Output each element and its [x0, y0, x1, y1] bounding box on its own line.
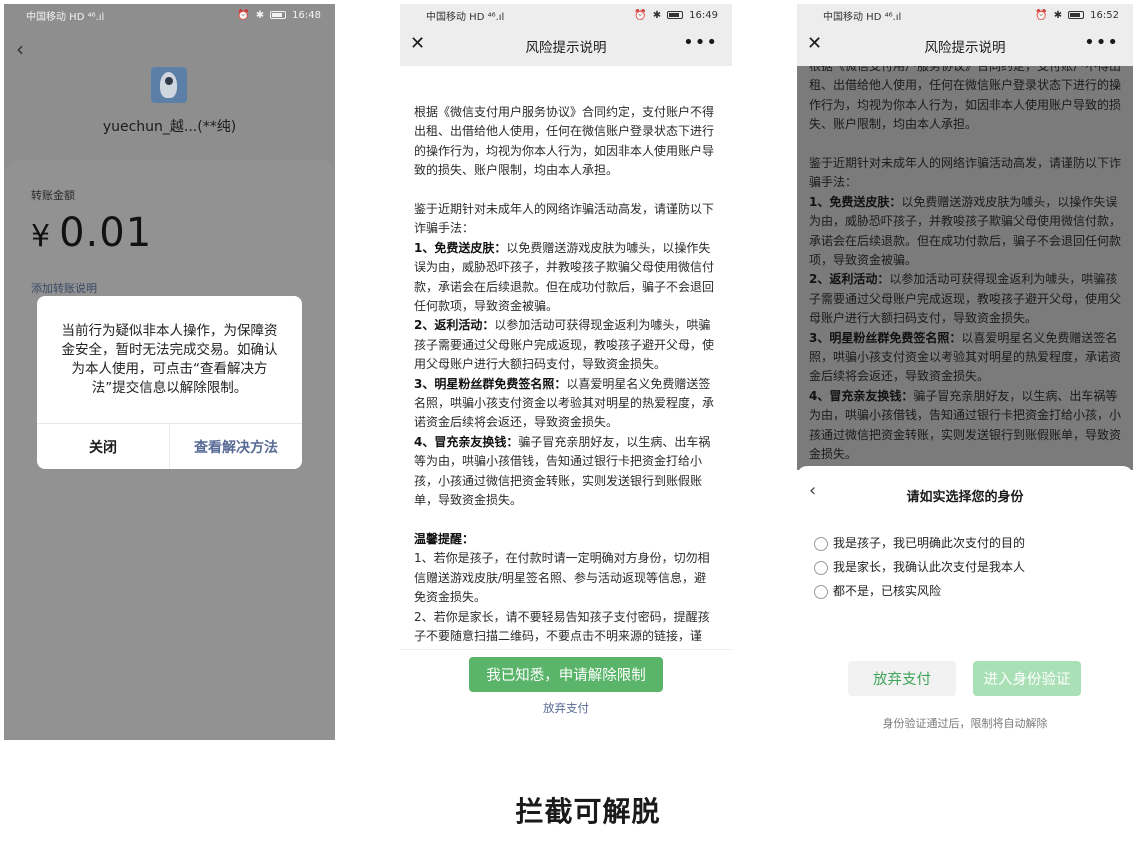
- status-bar: 中国移动 HD ⁴⁶.ıl ⏰ ✱ 16:52: [797, 4, 1133, 26]
- sheet-buttons: 放弃支付 进入身份验证: [848, 661, 1081, 696]
- amount-label: 转账金额: [31, 189, 75, 202]
- alarm-icon: ⏰: [634, 9, 647, 21]
- more-icon[interactable]: •••: [1084, 32, 1119, 53]
- carrier-text: 中国移动 HD ⁴⁶.ıl: [823, 11, 902, 23]
- identity-option[interactable]: 我是孩子，我已明确此次支付的目的: [814, 530, 1025, 554]
- phone-screen-transfer: 中国移动 HD ⁴⁶.ıl ⏰ ✱ 16:48 ‹ yuechun_越...(*…: [4, 4, 335, 740]
- apply-unlock-button[interactable]: 我已知悉，申请解除限制: [469, 657, 663, 692]
- figure-caption: 拦截可解脱: [515, 795, 661, 828]
- verify-identity-button[interactable]: 进入身份验证: [973, 661, 1081, 696]
- tip-item: 2、若你是家长，请不要轻易告知孩子支付密码，提醒孩子不要随意扫描二维码，不要点击…: [414, 609, 710, 643]
- battery-icon: [1068, 11, 1085, 19]
- sheet-title: 请如实选择您的身份: [906, 490, 1024, 505]
- identity-options: 我是孩子，我已明确此次支付的目的 我是家长，我确认此次支付是我本人 都不是，已核…: [814, 530, 1025, 602]
- scam-item: 3、明星粉丝群免费签名照：以喜爱明星名义免费赠送签名照，哄骗小孩支付资金以考验其…: [414, 376, 715, 430]
- dimmed-article: 根据《微信支付用户服务协议》合同约定，支付账户不得出租、出借给他人使用，任何在微…: [797, 66, 1133, 470]
- risk-article: 根据《微信支付用户服务协议》合同约定，支付账户不得出租、出借给他人使用，任何在微…: [797, 66, 1133, 465]
- view-solution-button[interactable]: 查看解决方法: [170, 424, 302, 469]
- add-note-link[interactable]: 添加转账说明: [31, 280, 97, 296]
- phone-screen-identity: 中国移动 HD ⁴⁶.ıl ⏰ ✱ 16:52 ✕ 风险提示说明 ••• 根据《…: [797, 4, 1133, 740]
- scam-item: 2、返利活动：以参加活动可获得现金返利为噱头，哄骗孩子需要通过父母账户完成返现，…: [414, 318, 715, 372]
- carrier-text: 中国移动 HD ⁴⁶.ıl: [426, 11, 505, 23]
- article-warning: 鉴于近期针对未成年人的网络诈骗活动高发，请谨防以下诈骗手法：: [414, 202, 715, 236]
- bluetooth-icon: ✱: [255, 9, 265, 21]
- bluetooth-icon: ✱: [652, 9, 662, 21]
- close-icon[interactable]: ✕: [410, 33, 425, 54]
- option-label: 都不是，已核实风险: [833, 583, 942, 598]
- risk-dialog: 当前行为疑似非本人操作，为保障资金安全，暂时无法完成交易。如确认为本人使用，可点…: [37, 296, 302, 469]
- risk-article: 根据《微信支付用户服务协议》合同约定，支付账户不得出租、出借给他人使用，任何在微…: [400, 66, 732, 646]
- status-bar: 中国移动 HD ⁴⁶.ıl ⏰ ✱ 16:48: [4, 4, 335, 26]
- abandon-payment-button[interactable]: 放弃支付: [848, 661, 956, 696]
- more-icon[interactable]: •••: [683, 32, 718, 53]
- scam-item: 1、免费送皮肤：以免费赠送游戏皮肤为噱头，以操作失误为由，威胁恐吓孩子，并教唆孩…: [809, 194, 1122, 268]
- back-chevron-icon[interactable]: ‹: [16, 37, 24, 61]
- radio-icon[interactable]: [814, 537, 828, 551]
- status-bar: 中国移动 HD ⁴⁶.ıl ⏰ ✱ 16:49: [400, 4, 732, 26]
- amount-display: ¥0.01: [31, 210, 152, 256]
- battery-icon: [270, 11, 287, 19]
- option-label: 我是家长，我确认此次支付是我本人: [833, 559, 1026, 574]
- scam-item: 2、返利活动：以参加活动可获得现金返利为噱头，哄骗孩子需要通过父母账户完成返现，…: [809, 272, 1122, 326]
- scam-item: 4、冒充亲友换钱：骗子冒充亲朋好友，以生病、出车祸等为由，哄骗小孩借钱，告知通过…: [809, 388, 1122, 462]
- radio-icon[interactable]: [814, 585, 828, 599]
- article-scroll[interactable]: 根据《微信支付用户服务协议》合同约定，支付账户不得出租、出借给他人使用，任何在微…: [400, 66, 732, 650]
- close-button[interactable]: 关闭: [37, 424, 170, 469]
- battery-icon: [667, 11, 684, 19]
- avatar: [151, 67, 187, 103]
- abandon-payment-link[interactable]: 放弃支付: [400, 700, 732, 716]
- identity-sheet: ‹ 请如实选择您的身份 我是孩子，我已明确此次支付的目的 我是家长，我确认此次支…: [797, 466, 1133, 740]
- verification-note: 身份验证通过后，限制将自动解除: [882, 717, 1048, 730]
- alarm-icon: ⏰: [1035, 9, 1048, 21]
- page-title: 风险提示说明: [924, 40, 1006, 56]
- nav-bar: ✕ 风险提示说明 •••: [400, 26, 732, 66]
- scam-item: 1、免费送皮肤：以免费赠送游戏皮肤为噱头，以操作失误为由，威胁恐吓孩子，并教唆孩…: [414, 240, 715, 314]
- close-icon[interactable]: ✕: [807, 33, 822, 54]
- carrier-text: 中国移动 HD ⁴⁶.ıl: [26, 11, 105, 23]
- radio-icon[interactable]: [814, 561, 828, 575]
- dialog-actions: 关闭 查看解决方法: [37, 423, 302, 469]
- identity-option[interactable]: 我是家长，我确认此次支付是我本人: [814, 554, 1025, 578]
- amount-value: 0.01: [59, 210, 153, 256]
- clock-text: 16:48: [292, 9, 321, 21]
- scam-item: 3、明星粉丝群免费签名照：以喜爱明星名义免费赠送签名照，哄骗小孩支付资金以考验其…: [809, 330, 1122, 384]
- dialog-message: 当前行为疑似非本人操作，为保障资金安全，暂时无法完成交易。如确认为本人使用，可点…: [61, 323, 278, 396]
- article-warning: 鉴于近期针对未成年人的网络诈骗活动高发，请谨防以下诈骗手法：: [809, 156, 1122, 190]
- page-title: 风险提示说明: [525, 40, 607, 56]
- article-intro: 根据《微信支付用户服务协议》合同约定，支付账户不得出租、出借给他人使用，任何在微…: [414, 105, 715, 178]
- option-label: 我是孩子，我已明确此次支付的目的: [833, 535, 1026, 550]
- clock-text: 16:49: [689, 9, 718, 21]
- nav-bar: ✕ 风险提示说明 •••: [797, 26, 1133, 66]
- tip-item: 1、若你是孩子，在付款时请一定明确对方身份，切勿相信赠送游戏皮肤/明星签名照、参…: [414, 551, 710, 605]
- currency-symbol: ¥: [31, 219, 52, 254]
- alarm-icon: ⏰: [237, 9, 250, 21]
- scam-item: 4、冒充亲友换钱：骗子冒充亲朋好友，以生病、出车祸等为由，哄骗小孩借钱，告知通过…: [414, 434, 711, 508]
- tips-title: 温馨提醒：: [414, 531, 475, 546]
- bluetooth-icon: ✱: [1053, 9, 1063, 21]
- article-intro: 根据《微信支付用户服务协议》合同约定，支付账户不得出租、出借给他人使用，任何在微…: [809, 66, 1122, 132]
- clock-text: 16:52: [1090, 9, 1119, 21]
- phone-screen-risk-notice: 中国移动 HD ⁴⁶.ıl ⏰ ✱ 16:49 ✕ 风险提示说明 ••• 根据《…: [400, 4, 732, 720]
- identity-option[interactable]: 都不是，已核实风险: [814, 578, 1025, 602]
- payee-name: yuechun_越...(**纯): [102, 119, 237, 135]
